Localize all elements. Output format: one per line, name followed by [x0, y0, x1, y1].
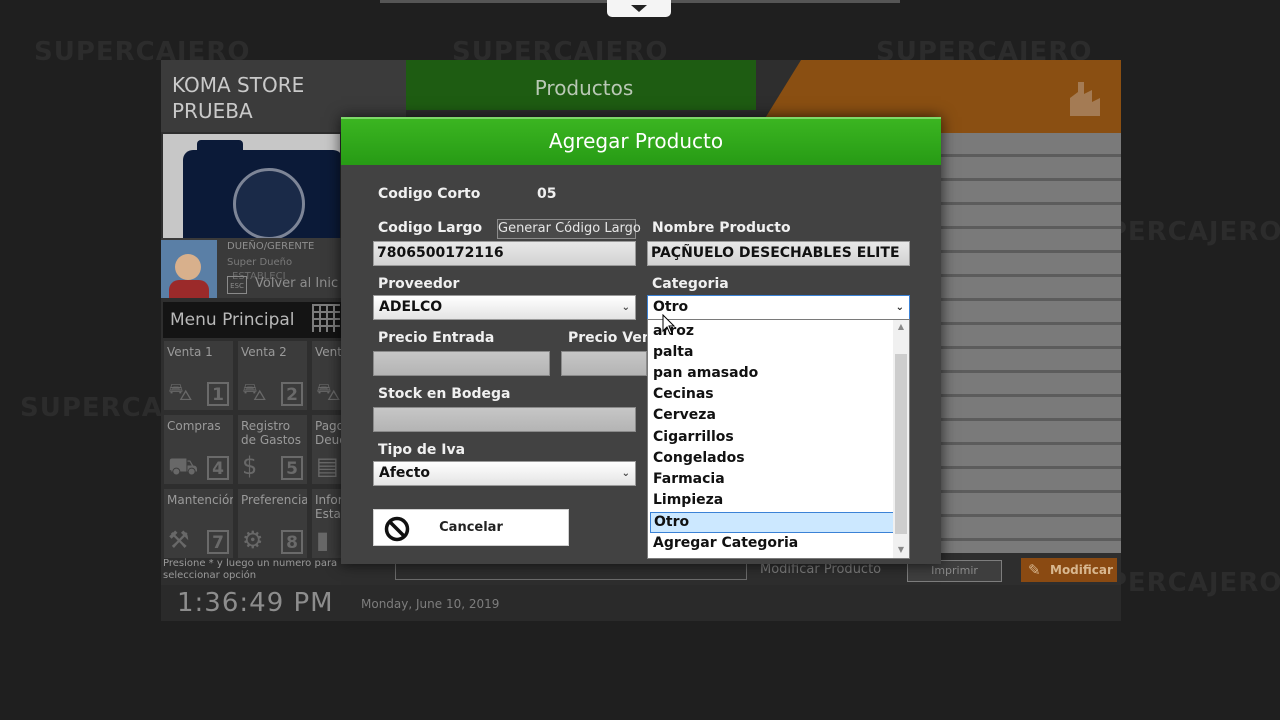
date: Monday, June 10, 2019	[361, 597, 500, 611]
esc-key-icon: ESC	[227, 276, 247, 294]
user-role: DUEÑO/GERENTE	[227, 241, 315, 252]
camera-icon	[183, 140, 340, 240]
category-option[interactable]: pan amasado	[653, 363, 893, 384]
long-code-label: Codigo Largo	[378, 220, 483, 236]
category-option[interactable]: Cigarrillos	[653, 427, 893, 448]
mouse-cursor-icon	[662, 314, 676, 335]
menu-tile-registro-gastos[interactable]: Registro de Gastos $ 5	[238, 415, 307, 484]
tile-label: Mantención	[167, 493, 233, 507]
tile-label: Registro de Gastos	[241, 419, 302, 447]
entry-price-field[interactable]	[373, 351, 550, 376]
category-select[interactable]: Otro ⌄	[647, 295, 910, 320]
category-option-selected[interactable]: Otro	[650, 512, 894, 533]
hammer-icon: ⚒	[168, 526, 190, 554]
menu-tile-pago-deuda[interactable]: Pago Deud ▤	[312, 415, 341, 484]
product-list[interactable]	[940, 133, 1121, 553]
scrollbar-thumb[interactable]	[895, 354, 907, 534]
menu-tile-venta-3[interactable]: Venta ⛍	[312, 341, 341, 410]
category-option[interactable]: Limpieza	[653, 490, 893, 511]
store-photo[interactable]	[163, 134, 340, 240]
collapse-tab-chevron-icon[interactable]	[607, 0, 671, 17]
basket-icon: ⛍	[168, 378, 193, 406]
tile-label: Venta 1	[167, 345, 213, 359]
tile-label: Venta	[315, 345, 341, 359]
vat-type-label: Tipo de Iva	[378, 442, 466, 458]
tile-label: Preferencias	[241, 493, 307, 507]
stock-field[interactable]	[373, 407, 636, 432]
category-option[interactable]: Cecinas	[653, 384, 893, 405]
entry-price-label: Precio Entrada	[378, 330, 495, 346]
category-option[interactable]: Cerveza	[653, 405, 893, 426]
tile-number: 2	[281, 382, 303, 406]
chevron-down-icon: ⌄	[621, 468, 630, 479]
product-name-label: Nombre Producto	[652, 220, 791, 236]
store-name-line1: KOMA STORE	[172, 73, 305, 97]
clock: 1:36:49 PM	[177, 588, 334, 618]
money-bag-icon: $	[242, 452, 258, 480]
vat-type-value: Afecto	[379, 465, 431, 481]
menu-tile-preferencias[interactable]: Preferencias ⚙ 8	[238, 489, 307, 558]
pencil-icon: ✎	[1028, 561, 1041, 579]
basket-icon: ⛍	[242, 378, 267, 406]
dialog-title: Agregar Producto	[548, 129, 724, 153]
sale-price-field[interactable]	[561, 351, 647, 376]
sale-price-label: Precio Vent	[568, 330, 647, 346]
section-title: Productos	[534, 76, 634, 100]
category-option[interactable]: palta	[653, 342, 893, 363]
modify-product-label: Modificar Producto	[760, 562, 882, 577]
basket-icon: ⛍	[316, 378, 341, 406]
short-code-value: 05	[537, 186, 557, 202]
long-code-field[interactable]: 7806500172116	[373, 241, 636, 266]
scroll-up-icon[interactable]: ▲	[893, 322, 909, 331]
tile-number: 1	[207, 382, 229, 406]
supplier-value: ADELCO	[379, 299, 443, 315]
scroll-down-icon[interactable]: ▼	[893, 545, 909, 554]
cancel-label: Cancelar	[439, 520, 503, 535]
chevron-down-icon: ⌄	[895, 302, 904, 313]
category-value: Otro	[653, 299, 689, 315]
supplier-select[interactable]: ADELCO ⌄	[373, 295, 636, 320]
supplier-label: Proveedor	[378, 276, 460, 292]
avatar	[161, 240, 217, 298]
category-option[interactable]: Farmacia	[653, 469, 893, 490]
category-option[interactable]: Congelados	[653, 448, 893, 469]
tile-label: Venta 2	[241, 345, 287, 359]
ban-icon	[384, 516, 410, 542]
vat-type-select[interactable]: Afecto ⌄	[373, 461, 636, 486]
product-name-field[interactable]: PAÇÑUELO DESECHABLES ELITE	[647, 241, 910, 266]
short-code-label: Codigo Corto	[378, 186, 481, 202]
tile-label: Pago Deud	[315, 419, 341, 447]
cancel-button[interactable]: Cancelar	[373, 509, 569, 546]
tile-label: Infor Estad	[315, 493, 341, 521]
keyboard-hint: Presione * y luego un numero para selecc…	[163, 558, 338, 581]
cash-icon: ▤	[316, 452, 339, 480]
category-option[interactable]: arroz	[653, 321, 893, 342]
user-name: Super Dueño	[227, 257, 293, 268]
generate-long-code-button[interactable]: Generar Código Largo	[497, 219, 641, 239]
back-to-home-link[interactable]: Volver al Inic	[255, 276, 338, 291]
category-dropdown-list: arroz palta pan amasado Cecinas Cerveza …	[647, 319, 910, 559]
menu-tile-mantencion[interactable]: Mantención ⚒ 7	[164, 489, 233, 558]
truck-icon: ⛟	[168, 452, 199, 480]
menu-tile-venta-1[interactable]: Venta 1 ⛍ 1	[164, 341, 233, 410]
category-option[interactable]: Agregar Categoria	[653, 533, 893, 554]
chevron-down-icon: ⌄	[621, 302, 630, 313]
tile-number: 5	[281, 456, 303, 480]
menu-tile-informes[interactable]: Infor Estad ▮	[312, 489, 341, 558]
tile-number: 4	[207, 456, 229, 480]
stock-label: Stock en Bodega	[378, 386, 511, 402]
tile-number: 8	[281, 530, 303, 554]
category-label: Categoria	[652, 276, 729, 292]
menu-tile-compras[interactable]: Compras ⛟ 4	[164, 415, 233, 484]
keypad-icon[interactable]	[312, 304, 340, 332]
tile-number: 7	[207, 530, 229, 554]
gear-icon: ⚙	[242, 526, 264, 554]
bar-chart-icon: ▮	[316, 526, 330, 554]
factory-icon	[1070, 82, 1100, 116]
tile-label: Compras	[167, 419, 221, 433]
menu-tile-venta-2[interactable]: Venta 2 ⛍ 2	[238, 341, 307, 410]
